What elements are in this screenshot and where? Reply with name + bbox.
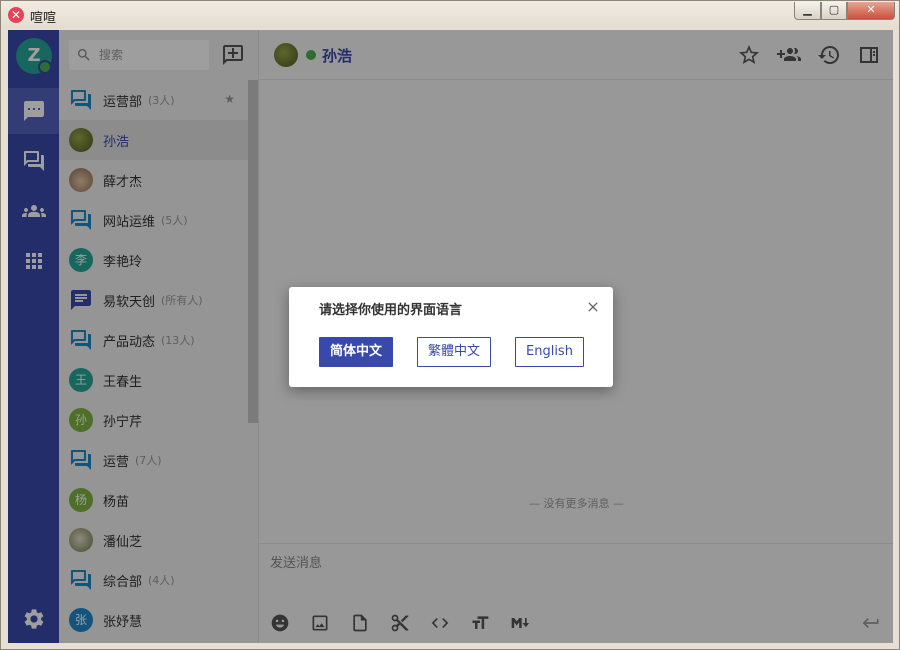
app-content: Z 搜索 运营部 (3人) ★ 孙浩 薛才杰 网站运维 (5人) 李 李艳玲 易… (8, 30, 893, 643)
lang-simplified-chinese-button[interactable]: 简体中文 (319, 337, 394, 367)
lang-traditional-chinese-button[interactable]: 繁體中文 (417, 337, 492, 367)
app-logo-icon: ✕ (8, 7, 24, 23)
language-dialog: 请选择你使用的界面语言 简体中文 繁體中文 English (289, 287, 613, 387)
dialog-title: 请选择你使用的界面语言 (319, 303, 463, 318)
window-title: 喧喧 (30, 11, 57, 26)
minimize-button[interactable]: ▁ (794, 2, 821, 20)
lang-english-button[interactable]: English (515, 337, 584, 367)
dialog-close-button[interactable] (585, 299, 601, 315)
app-window: ✕ 喧喧 ▁ ▢ ✕ Z 搜索 运营部 (3人) ★ 孙浩 薛才杰 网站运维 (… (0, 0, 900, 650)
maximize-button[interactable]: ▢ (821, 2, 847, 20)
close-icon (588, 302, 598, 312)
close-window-button[interactable]: ✕ (847, 2, 895, 20)
title-bar[interactable]: ✕ 喧喧 ▁ ▢ ✕ (1, 1, 899, 29)
